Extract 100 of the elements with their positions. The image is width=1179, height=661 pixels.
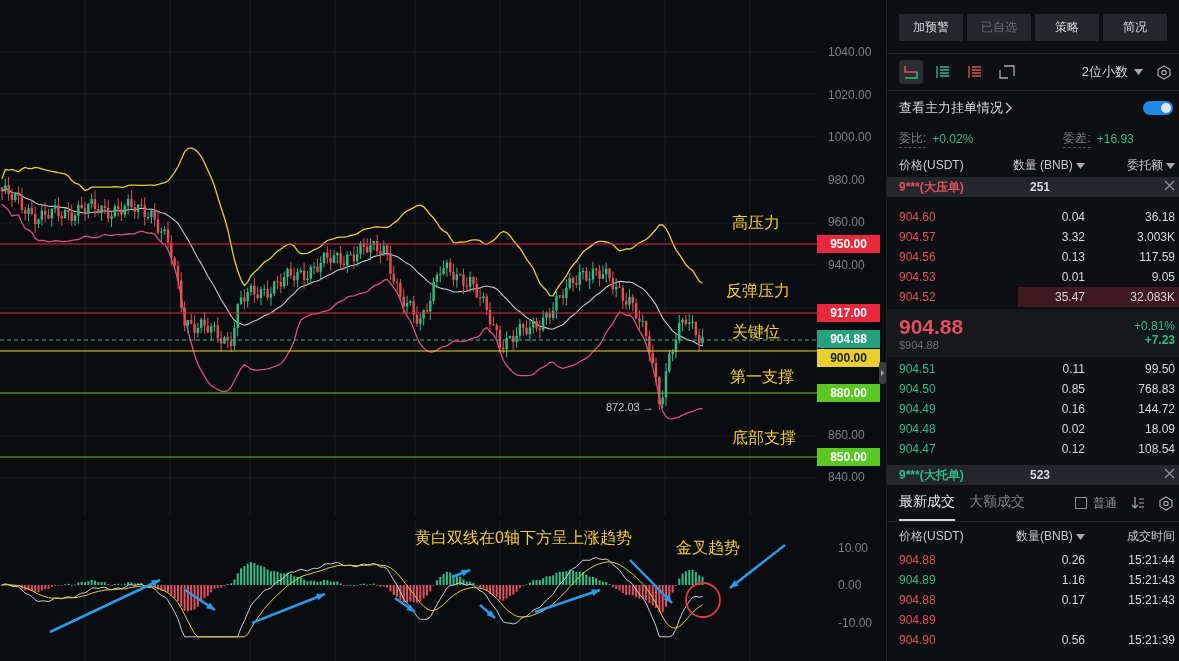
- quantity: 0.85: [1060, 382, 1085, 396]
- usd-price: $904.88: [899, 339, 940, 351]
- level-note: 关键位: [732, 322, 780, 342]
- level-note: 底部支撑: [732, 428, 796, 448]
- ask-price[interactable]: 904.60: [899, 210, 995, 224]
- close-icon[interactable]: [1164, 468, 1175, 479]
- toggle-switch[interactable]: [1143, 101, 1173, 115]
- settings-button[interactable]: [1157, 64, 1171, 80]
- quantity: 0.17: [1060, 593, 1085, 607]
- trade-price: 904.88: [899, 553, 937, 567]
- bid-price[interactable]: 904.51: [899, 362, 995, 376]
- chevron-right-icon: [1005, 102, 1013, 114]
- action-button[interactable]: 策略: [1035, 14, 1099, 41]
- highlight-circle: [685, 582, 721, 618]
- settings-icon: [1157, 64, 1171, 80]
- big-order-value: 523: [1029, 468, 1051, 482]
- normal-filter-checkbox[interactable]: 普通: [1075, 494, 1117, 520]
- quantity: 0.26: [1060, 553, 1085, 567]
- trades-tab[interactable]: 大额成交: [969, 493, 1025, 521]
- quantity: 0.04: [1060, 210, 1085, 224]
- trade-time: 15:21:43: [1127, 593, 1175, 607]
- quantity: 0.02: [1060, 422, 1085, 436]
- amount: 144.72: [1137, 402, 1175, 416]
- axis-label: 960.00: [828, 214, 865, 230]
- big-order-value: 251: [1029, 180, 1051, 194]
- trade-price: 904.88: [899, 593, 937, 607]
- ask-price[interactable]: 904.53: [899, 270, 995, 284]
- amount: 9.05: [1150, 270, 1175, 284]
- ask-price[interactable]: 904.56: [899, 250, 995, 264]
- amount: 3.003K: [1135, 230, 1175, 244]
- amount: 99.50: [1143, 362, 1175, 376]
- bid-price[interactable]: 904.48: [899, 422, 995, 436]
- collapse-handle-icon[interactable]: [879, 362, 886, 384]
- axis-label: 980.00: [828, 171, 865, 188]
- quantity: 0.01: [1060, 270, 1085, 284]
- amount: 32.083K: [1129, 290, 1175, 304]
- axis-label: 10.00: [838, 540, 869, 556]
- bid-price[interactable]: 904.50: [899, 382, 995, 396]
- big-order-label: 9***(大托单): [899, 466, 965, 484]
- quantity: 0.56: [1060, 633, 1085, 647]
- price-tag: 850.00: [817, 448, 880, 466]
- quantity: 1.16: [1060, 573, 1085, 587]
- low-price-label: 872.03 →: [606, 401, 654, 413]
- column-header: 价格(USDT): [899, 156, 965, 174]
- action-button[interactable]: 加预警: [899, 14, 963, 41]
- settings-icon: [1159, 495, 1173, 511]
- level-note: 高压力: [732, 213, 780, 233]
- trade-price: 904.89: [899, 613, 937, 627]
- axis-label: 1000.00: [828, 129, 872, 145]
- axis-label: -10.00: [838, 615, 873, 631]
- trade-price: 904.90: [899, 633, 937, 647]
- quantity: 0.12: [1060, 442, 1085, 456]
- column-header[interactable]: 数量 (BNB): [975, 156, 1085, 174]
- change-percent: +0.81%: [1133, 319, 1175, 333]
- ask-price[interactable]: 904.52: [899, 290, 995, 304]
- column-header[interactable]: 数量(BNB): [975, 527, 1085, 545]
- amount: 768.83: [1137, 382, 1175, 396]
- bid-price[interactable]: 904.49: [899, 402, 995, 416]
- trade-time: 15:21:43: [1127, 573, 1175, 587]
- chart-note: 黄白双线在0轴下方呈上涨趋势: [415, 528, 632, 548]
- caret-icon: [1076, 533, 1085, 540]
- current-price-tag: 904.88: [817, 330, 880, 348]
- axis-label: 1020.00: [828, 86, 872, 103]
- trade-time: 15:21:44: [1127, 553, 1175, 567]
- quantity: 3.32: [1060, 230, 1085, 244]
- change-value: +7.23: [1143, 333, 1175, 347]
- close-icon[interactable]: [1164, 180, 1175, 191]
- stat-value: +16.93: [1096, 132, 1134, 146]
- quantity: 0.11: [1061, 362, 1085, 376]
- axis-label: 840.00: [828, 469, 865, 485]
- expand-frame-icon: [999, 65, 1015, 79]
- amount: 117.59: [1138, 250, 1175, 264]
- level-note: 反弹压力: [726, 281, 790, 301]
- quantity: 35.47: [1053, 290, 1085, 304]
- trade-time: 15:21:39: [1127, 633, 1175, 647]
- quantity: 0.16: [1060, 402, 1085, 416]
- amount: 18.09: [1143, 422, 1175, 436]
- bid-price[interactable]: 904.47: [899, 442, 995, 456]
- view-mode-button[interactable]: [899, 60, 923, 84]
- ask-price[interactable]: 904.57: [899, 230, 995, 244]
- precision-dropdown[interactable]: 2位小数: [1075, 62, 1149, 82]
- axis-label: 940.00: [828, 256, 865, 273]
- book-bids-icon: [935, 65, 951, 79]
- caret-icon: [1076, 162, 1085, 169]
- stat-value: +0.02%: [932, 132, 974, 146]
- quantity: 0.13: [1060, 250, 1085, 264]
- trade-price: 904.89: [899, 573, 937, 587]
- price-tag: 900.00: [817, 349, 880, 367]
- column-header: 成交时间: [1126, 527, 1175, 545]
- price-tag: 917.00: [817, 304, 880, 322]
- price-tag: 950.00: [817, 235, 880, 253]
- stat-label: 委比:: [899, 130, 927, 148]
- book-asks-icon: [967, 65, 983, 79]
- big-orders-link[interactable]: 查看主力挂单情况: [899, 99, 1013, 117]
- caret-icon: [1134, 69, 1143, 75]
- column-header[interactable]: 委托额: [1085, 156, 1175, 174]
- trades-tab[interactable]: 最新成交: [899, 493, 955, 521]
- chart-note: 金叉趋势: [676, 538, 740, 558]
- axis-label: 1040.00: [828, 44, 872, 60]
- action-button[interactable]: 简况: [1103, 14, 1167, 41]
